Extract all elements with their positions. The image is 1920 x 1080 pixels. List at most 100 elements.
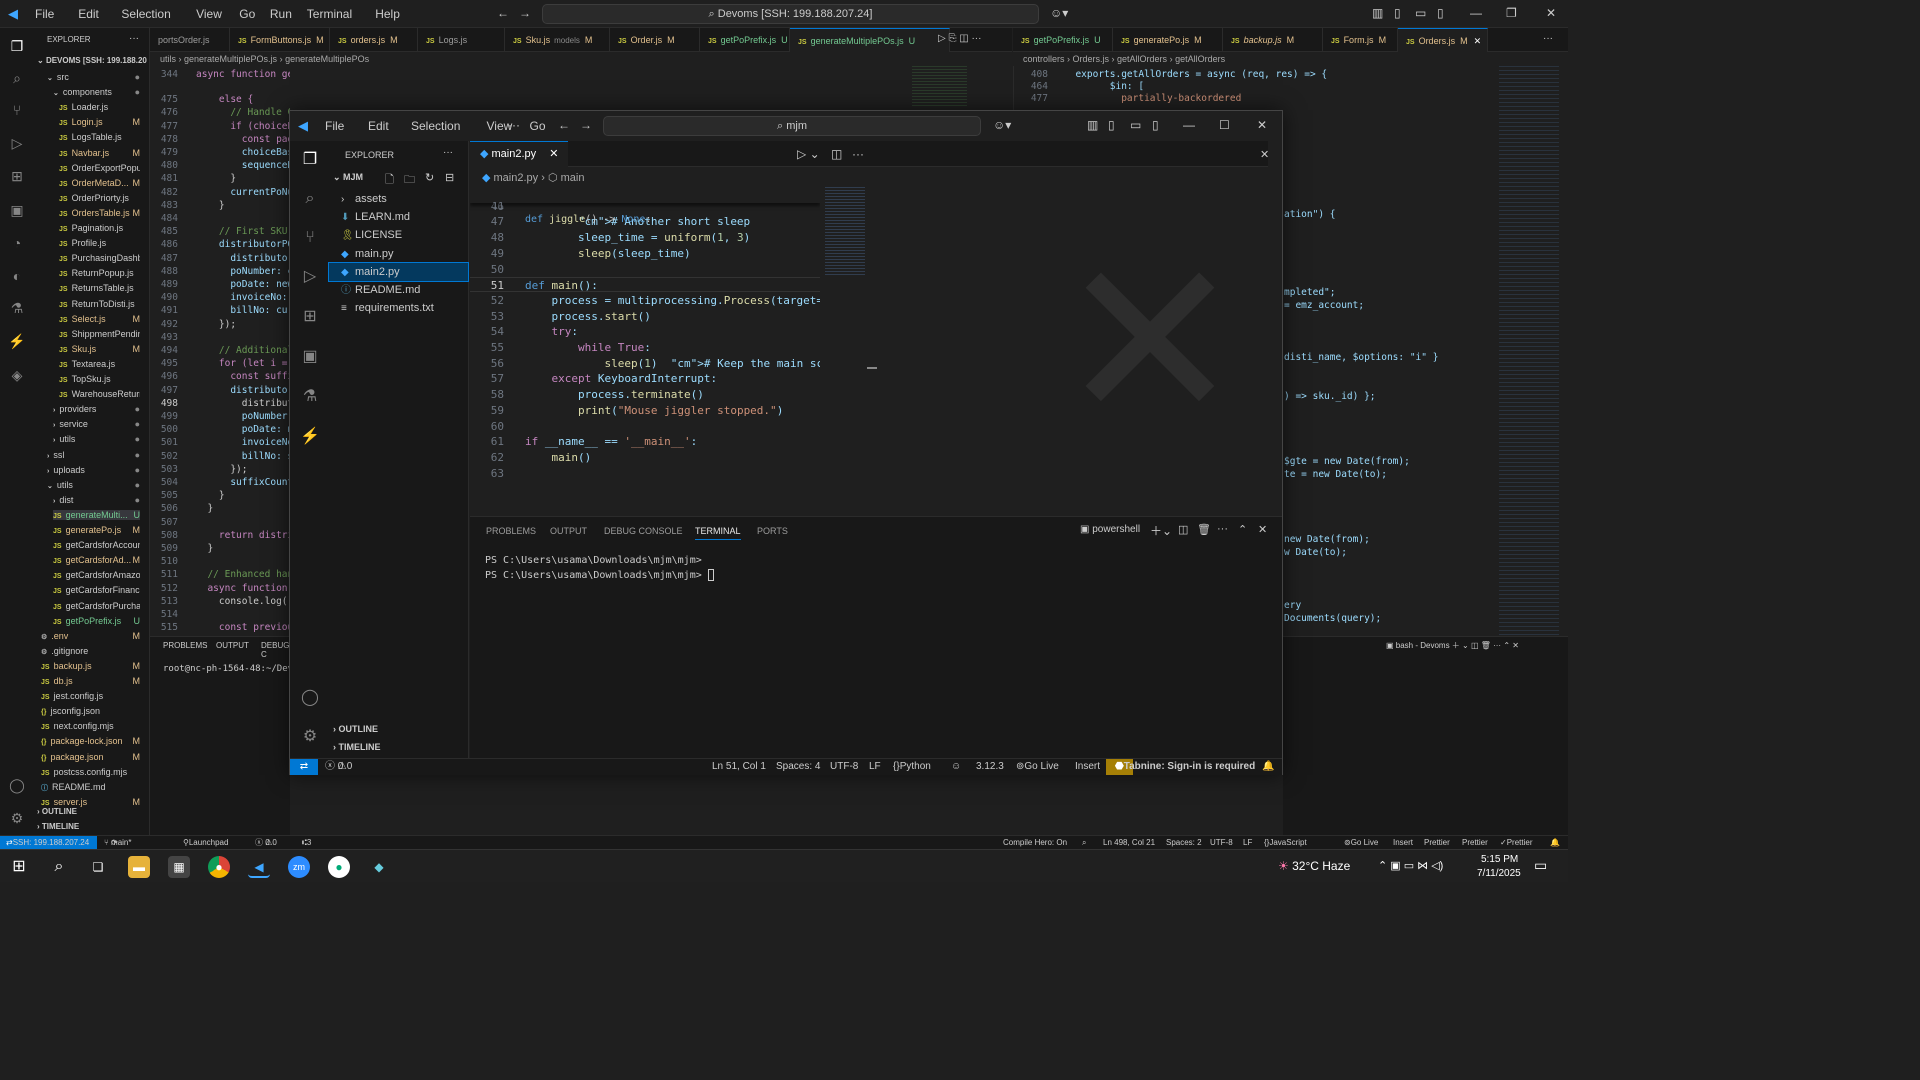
eol[interactable]: LF: [869, 759, 881, 775]
remote-indicator[interactable]: ⇄ SSH: 199.188.207.24: [0, 836, 97, 850]
notification-icon[interactable]: ▭: [1534, 857, 1547, 874]
search-icon[interactable]: ⌕: [48, 856, 70, 878]
editor-tab[interactable]: JS backup.js M: [1223, 28, 1323, 52]
source-control-icon[interactable]: ⑂: [7, 100, 27, 120]
menu-go[interactable]: Go: [530, 119, 546, 133]
tray-icons[interactable]: ⌃ ▣ ▭ ⋈ ◁): [1378, 859, 1443, 872]
folder-item[interactable]: › dist ●: [53, 495, 140, 505]
python-icon[interactable]: ◈: [7, 365, 27, 385]
close-tab-icon[interactable]: ✕: [549, 148, 558, 160]
launchpad-item[interactable]: ⚲ Launchpad: [183, 836, 228, 849]
file-item[interactable]: ⬇ LEARN.md: [329, 208, 468, 226]
file-item[interactable]: JS LogsTable.js: [59, 132, 140, 142]
language-mode[interactable]: {} JavaScript: [1264, 836, 1307, 849]
cursor-position[interactable]: Ln 498, Col 21: [1103, 836, 1155, 849]
editor-tab[interactable]: JS Orders.js M ✕: [1398, 28, 1488, 52]
editor-tab[interactable]: JS Logs.js: [418, 28, 505, 52]
golive-button[interactable]: ⊚ Go Live: [1016, 759, 1059, 775]
back-arrow-icon[interactable]: ←: [558, 118, 570, 132]
file-item[interactable]: JSgetCardsforFinance.js: [53, 585, 140, 595]
menu-selection[interactable]: Selection: [121, 7, 170, 21]
timeline-section[interactable]: › TIMELINE: [333, 742, 381, 752]
python-version[interactable]: 3.12.3: [976, 759, 1004, 775]
file-item[interactable]: JS Pagination.js: [59, 223, 140, 233]
cursor-position[interactable]: Ln 51, Col 1: [712, 759, 766, 775]
editor-content[interactable]: 11 def jiggle() -> None: 45 pyautogui.sc…: [470, 187, 820, 515]
testing-icon[interactable]: ⚗: [7, 298, 27, 318]
file-item[interactable]: ◆ main.py: [329, 245, 468, 263]
menu-edit[interactable]: Edit: [368, 119, 389, 133]
clock-time[interactable]: 5:15 PM: [1481, 854, 1518, 865]
workspace-root[interactable]: ⌄ MJM: [333, 172, 363, 183]
file-item[interactable]: › assets: [329, 190, 468, 208]
breadcrumb-item[interactable]: getAllOrders: [1175, 54, 1225, 64]
indentation[interactable]: Spaces: 2: [1166, 836, 1202, 849]
maximize-icon[interactable]: ☐: [1219, 118, 1230, 132]
menu-edit[interactable]: Edit: [78, 7, 99, 21]
file-item[interactable]: JS Navbar.js M: [59, 148, 140, 158]
file-explorer-icon[interactable]: ▬: [128, 856, 150, 878]
folder-item[interactable]: › providers ●: [53, 404, 140, 414]
prettier-3[interactable]: ✓ Prettier: [1500, 836, 1533, 849]
more-actions-icon[interactable]: ···: [1543, 33, 1553, 44]
prettier-2[interactable]: Prettier: [1462, 836, 1488, 849]
forward-arrow-icon[interactable]: →: [580, 118, 592, 132]
language-mode[interactable]: {} Python: [893, 759, 931, 775]
tabnine-status[interactable]: ⬣ Tabnine: Sign-in is required: [1106, 759, 1255, 775]
toggle-sidebar-icon[interactable]: ▯: [1108, 118, 1115, 132]
file-item[interactable]: ⓘ README.md: [329, 281, 468, 299]
layout-icon[interactable]: ▥: [1087, 118, 1098, 132]
extensions-icon[interactable]: ⊞: [299, 306, 321, 328]
menu-terminal[interactable]: Terminal: [307, 7, 352, 21]
more-actions-icon[interactable]: ···: [129, 33, 139, 44]
tab-problems[interactable]: PROBLEMS: [163, 641, 207, 650]
file-item[interactable]: JS ReturnPopup.js: [59, 268, 140, 278]
file-item[interactable]: JS ReturnsTable.js: [59, 283, 140, 293]
file-item[interactable]: ◆ main2.py: [328, 261, 469, 282]
problems-indicator[interactable]: ⓧ 0 ⚠ 0: [255, 836, 277, 849]
folder-item[interactable]: › service ●: [53, 419, 140, 429]
menu-help[interactable]: Help: [375, 7, 400, 21]
editor-tab[interactable]: JS generateMultiplePOs.js U: [790, 28, 950, 52]
indentation[interactable]: Spaces: 4: [776, 759, 820, 775]
editor-tab[interactable]: JS generatePo.js M: [1113, 28, 1223, 52]
back-arrow-icon[interactable]: ←: [497, 6, 509, 20]
timeline-section[interactable]: › TIMELINE: [37, 822, 79, 831]
panel-tab-problems[interactable]: PROBLEMS: [486, 526, 536, 536]
golive-button[interactable]: ⊚ Go Live: [1344, 836, 1378, 849]
run-debug-icon[interactable]: ▷: [299, 266, 321, 288]
trash-icon[interactable]: 🗑: [1197, 523, 1211, 536]
eol[interactable]: LF: [1243, 836, 1252, 849]
more-actions-icon[interactable]: ···: [443, 147, 453, 158]
layout-icon[interactable]: ▥: [1372, 6, 1383, 20]
panel-tab-ports[interactable]: PORTS: [757, 526, 788, 536]
split-terminal-icon[interactable]: ◫: [1178, 523, 1188, 536]
toggle-panel-icon[interactable]: ▭: [1415, 6, 1426, 20]
explorer-icon[interactable]: ❐: [7, 36, 27, 56]
folder-item[interactable]: ⌄ components ●: [53, 87, 140, 97]
file-item[interactable]: JS next.config.mjs: [41, 721, 140, 731]
file-item[interactable]: JS ReturnToDisti.js: [59, 299, 140, 309]
restore-icon[interactable]: ❐: [1506, 6, 1517, 20]
app-cube-icon[interactable]: ◆: [368, 856, 390, 878]
folder-item[interactable]: › ssl ●: [47, 450, 140, 460]
file-item[interactable]: JS Profile.js: [59, 238, 140, 248]
explorer-icon[interactable]: ❐: [299, 149, 321, 171]
file-item[interactable]: JSgetCardsforPurchasi...: [53, 601, 140, 611]
prettier-1[interactable]: Prettier: [1424, 836, 1450, 849]
more-menu-icon[interactable]: ···: [508, 118, 520, 132]
store-icon[interactable]: ▦: [168, 856, 190, 878]
file-item[interactable]: JSgetCardsforAmazon.js: [53, 570, 140, 580]
terminal-output[interactable]: PS C:\Users\usama\Downloads\mjm\mjm> PS …: [485, 553, 714, 583]
file-item[interactable]: ⚙ .env M: [41, 631, 140, 641]
file-item[interactable]: JS getCardsforAd... M: [53, 555, 140, 565]
folder-item[interactable]: › uploads ●: [47, 465, 140, 475]
copilot-icon[interactable]: ☺▾: [1050, 6, 1068, 20]
file-item[interactable]: JS getPoPrefix.js U: [53, 616, 140, 626]
chrome-icon[interactable]: ●: [208, 856, 230, 878]
command-center-search[interactable]: ⌕ Devoms [SSH: 199.188.207.24]: [542, 4, 1039, 24]
file-item[interactable]: JS generateMulti... U: [53, 509, 140, 520]
file-item[interactable]: {} package-lock.json M: [41, 736, 140, 746]
search-icon[interactable]: ⌕: [7, 68, 27, 88]
menu-go[interactable]: Go: [239, 7, 255, 21]
